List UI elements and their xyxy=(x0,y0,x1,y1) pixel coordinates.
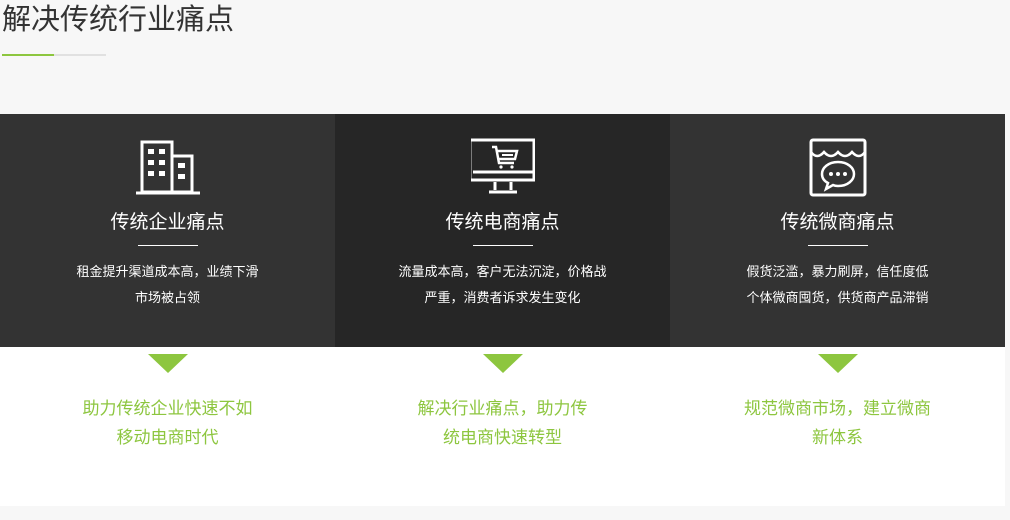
arrow-down-icon xyxy=(482,354,523,373)
panel-solution: 规范微商市场，建立微商 新体系 xyxy=(700,395,975,453)
panel-solution-line: 移动电商时代 xyxy=(116,428,219,448)
shop-chat-icon xyxy=(806,138,870,198)
monitor-cart-icon xyxy=(470,138,535,198)
panel-description: 流量成本高，客户无法沉淀，价格战 严重，消费者诉求发生变化 xyxy=(375,260,630,312)
panel-description: 假货泛滥，暴力刷屏，信任度低 个体微商囤货，供货商产品滞销 xyxy=(710,260,965,312)
panel-solution: 助力传统企业快速不如 移动电商时代 xyxy=(30,395,305,453)
panel-heading: 传统微商痛点 xyxy=(780,211,895,233)
panel-description: 租金提升渠道成本高，业绩下滑 市场被占领 xyxy=(40,260,295,312)
panel-description-line: 流量成本高，客户无法沉淀，价格战 xyxy=(398,265,607,280)
panel-solution-line: 解决行业痛点，助力传 xyxy=(417,399,588,419)
panel-divider xyxy=(472,245,533,246)
panel-enterprise-card: 传统企业痛点 租金提升渠道成本高，业绩下滑 市场被占领 xyxy=(0,114,335,347)
building-icon xyxy=(135,138,200,198)
panel-solution: 解决行业痛点，助力传 统电商快速转型 xyxy=(365,395,640,453)
pain-points-panels: 传统企业痛点 租金提升渠道成本高，业绩下滑 市场被占领 助力传统企业快速不如 移… xyxy=(0,114,1005,506)
panel-microbusiness-card: 传统微商痛点 假货泛滥，暴力刷屏，信任度低 个体微商囤货，供货商产品滞销 xyxy=(670,114,1005,347)
panel-solution-line: 助力传统企业快速不如 xyxy=(82,399,253,419)
arrow-down-icon xyxy=(147,354,188,373)
panel-heading: 传统电商痛点 xyxy=(445,211,560,233)
panel-solution-line: 统电商快速转型 xyxy=(443,428,562,448)
panel-divider xyxy=(137,245,198,246)
panel-description-line: 个体微商囤货，供货商产品滞销 xyxy=(746,291,929,306)
panel-enterprise: 传统企业痛点 租金提升渠道成本高，业绩下滑 市场被占领 助力传统企业快速不如 移… xyxy=(0,114,335,506)
arrow-down-icon xyxy=(817,354,858,373)
panel-microbusiness: 传统微商痛点 假货泛滥，暴力刷屏，信任度低 个体微商囤货，供货商产品滞销 规范微… xyxy=(670,114,1005,506)
panel-description-line: 严重，消费者诉求发生变化 xyxy=(424,291,581,306)
panel-solution-line: 规范微商市场，建立微商 xyxy=(744,399,931,419)
title-underline xyxy=(2,54,106,56)
panel-description-line: 市场被占领 xyxy=(134,291,200,306)
panel-ecommerce: 传统电商痛点 流量成本高，客户无法沉淀，价格战 严重，消费者诉求发生变化 解决行… xyxy=(335,114,670,506)
title-underline-accent xyxy=(2,54,54,56)
panel-description-line: 假货泛滥，暴力刷屏，信任度低 xyxy=(746,265,929,280)
panel-description-line: 租金提升渠道成本高，业绩下滑 xyxy=(76,265,259,280)
panel-heading: 传统企业痛点 xyxy=(110,211,225,233)
panel-ecommerce-card: 传统电商痛点 流量成本高，客户无法沉淀，价格战 严重，消费者诉求发生变化 xyxy=(335,114,670,347)
panel-divider xyxy=(807,245,868,246)
panel-solution-line: 新体系 xyxy=(812,428,863,448)
section-title: 解决传统行业痛点 xyxy=(2,2,235,36)
